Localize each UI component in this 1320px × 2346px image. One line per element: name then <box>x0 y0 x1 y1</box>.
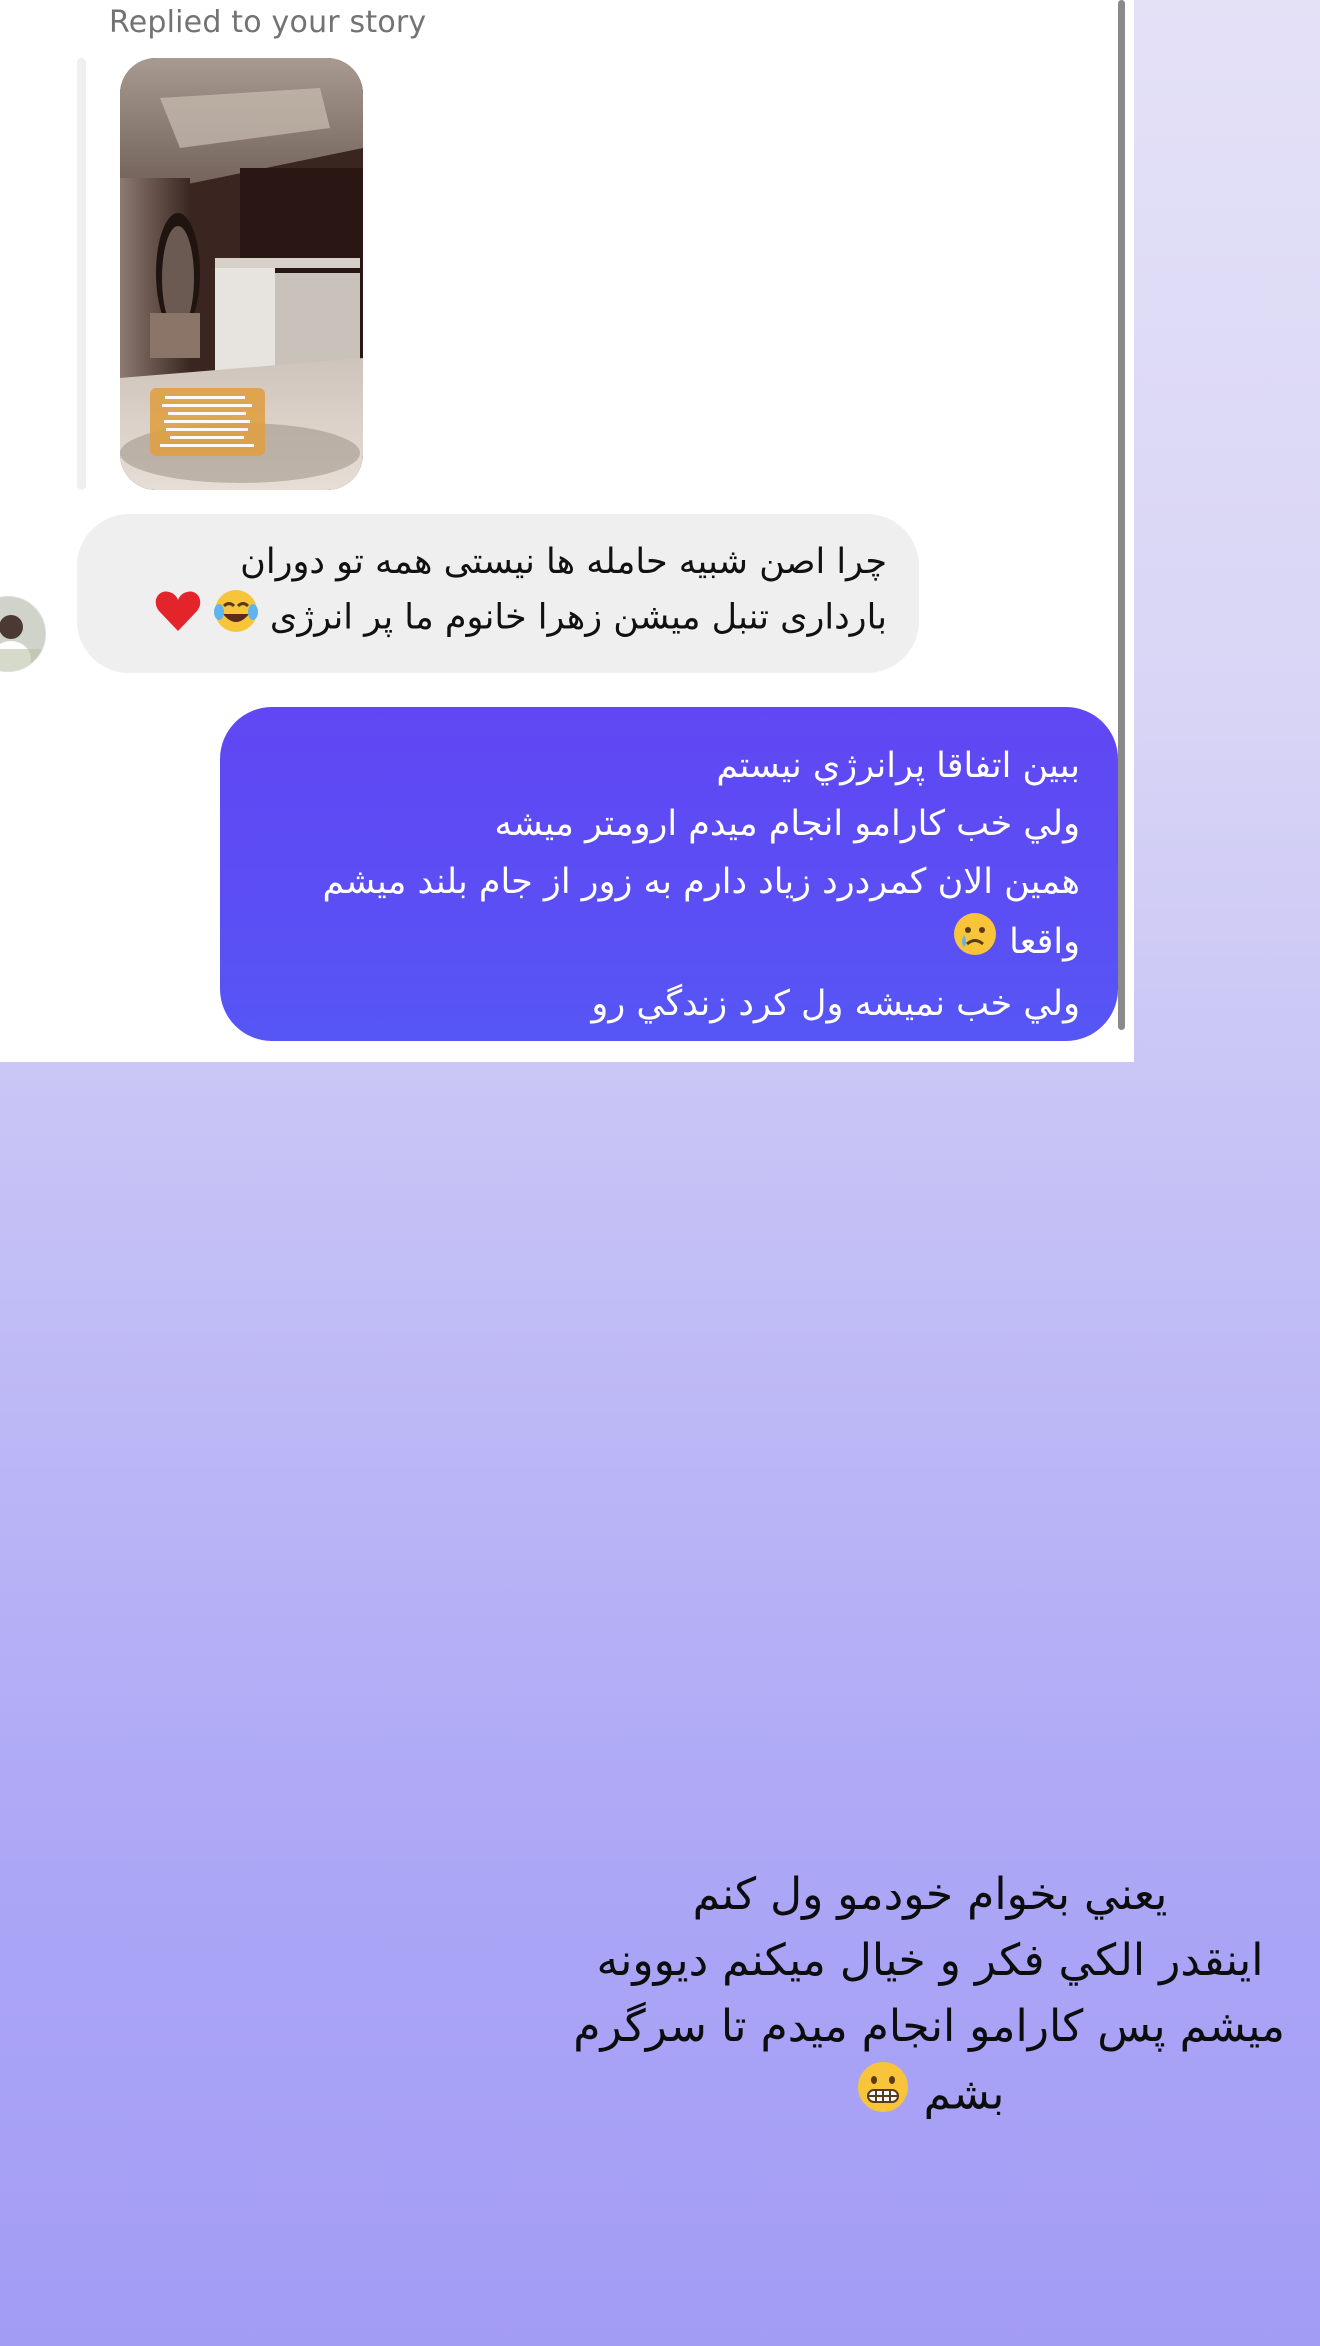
avatar-image <box>0 597 45 671</box>
story-overlay-caption: يعني بخوام خودمو ول كنم اينقدر الكي فكر … <box>573 1862 1285 2133</box>
reply-indicator-bar <box>77 58 86 490</box>
scrollbar[interactable] <box>1118 0 1125 1030</box>
caption-line: يعني بخوام خودمو ول كنم <box>692 1869 1168 1920</box>
grimacing-face-emoji <box>856 2060 910 2133</box>
outgoing-message-line: همين الان كمردرد زياد دارم به زور از جام… <box>322 862 1081 902</box>
red-heart-emoji <box>154 589 202 648</box>
story-image <box>120 58 363 490</box>
incoming-message-line: بارداری تنبل میشن زهرا خانوم ما پر انرژی <box>109 588 887 649</box>
outgoing-message-line: ولي خب كارامو انجام ميدم ارومتر ميشه <box>494 804 1080 844</box>
story-thumbnail[interactable] <box>120 58 363 490</box>
incoming-message-bubble[interactable]: چرا اصن شبیه حامله ها نیستی همه تو دوران… <box>77 514 919 673</box>
reply-context-label: Replied to your story <box>109 5 427 40</box>
outgoing-message-line: ببين اتفاقا پرانرژي نيستم <box>716 746 1080 786</box>
sender-avatar[interactable] <box>0 596 46 672</box>
outgoing-message-bubble[interactable]: ببين اتفاقا پرانرژي نيستم ولي خب كارامو … <box>220 707 1118 1041</box>
caption-line: بشم <box>575 2060 1285 2133</box>
outgoing-message-line: واقعا <box>254 911 1080 975</box>
outgoing-message-line: ولي خب نميشه ول كرد زندگي رو <box>591 984 1080 1024</box>
crying-face-emoji <box>952 911 998 975</box>
laughing-tears-emoji <box>213 588 259 649</box>
incoming-message-line: چرا اصن شبیه حامله ها نیستی همه تو دوران <box>240 542 887 582</box>
caption-line: اينقدر الكي فكر و خيال ميكنم ديوونه <box>596 1935 1264 1986</box>
dm-chat-screenshot: Replied to your story چرا اصن شبیه حامله… <box>0 0 1134 1062</box>
caption-line: ميشم پس كارامو انجام ميدم تا سرگرم <box>573 2001 1285 2052</box>
